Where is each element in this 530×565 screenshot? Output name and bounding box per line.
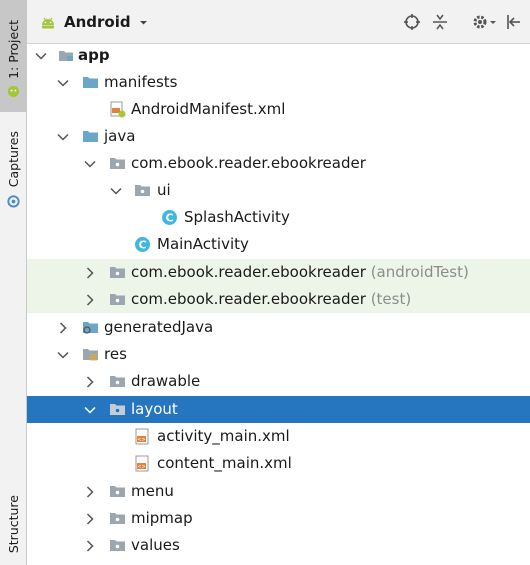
- package-icon: [110, 376, 125, 387]
- android-head-icon: [42, 17, 54, 29]
- chevron-right-icon[interactable]: [83, 293, 97, 307]
- tree-node-package-main[interactable]: com.ebook.reader.ebookreader: [27, 150, 530, 177]
- tree-node-menu[interactable]: menu: [27, 478, 530, 505]
- tree-node-content-main[interactable]: <> content_main.xml: [27, 450, 530, 477]
- chevron-right-icon[interactable]: [83, 266, 97, 280]
- view-selector-label: Android: [64, 13, 131, 31]
- chevron-right-icon[interactable]: [83, 485, 97, 499]
- package-icon: [110, 486, 125, 497]
- package-icon: [110, 294, 125, 305]
- captures-tab-label: Captures: [5, 131, 21, 188]
- tree-node-drawable[interactable]: drawable: [27, 368, 530, 395]
- tree-node-generated-java[interactable]: generatedJava: [27, 314, 530, 341]
- tree-label-app: app: [78, 46, 110, 64]
- locate-icon[interactable]: [403, 13, 421, 31]
- chevron-down-icon[interactable]: [34, 49, 48, 63]
- chevron-right-icon[interactable]: [83, 512, 97, 526]
- chevron-down-icon[interactable]: [56, 348, 70, 362]
- chevron-down-icon[interactable]: [83, 403, 97, 417]
- hide-panel-icon[interactable]: [505, 13, 523, 31]
- module-folder-icon: [59, 51, 73, 61]
- tree-node-splash-activity[interactable]: C SplashActivity: [27, 204, 530, 231]
- tree-label-layout: layout: [131, 400, 178, 418]
- structure-tool-tab[interactable]: Structure: [0, 495, 26, 565]
- camera-icon: [6, 194, 20, 208]
- structure-tab-label: Structure: [5, 495, 21, 554]
- tree-label-activity-main: activity_main.xml: [157, 427, 290, 445]
- tree-node-package-android-test[interactable]: com.ebook.reader.ebookreader (androidTes…: [27, 259, 530, 286]
- folder-icon: [83, 77, 98, 88]
- package-icon: [110, 540, 125, 551]
- project-tab-label: 1: Project: [5, 19, 21, 79]
- package-icon: [110, 267, 125, 278]
- class-icon: C: [162, 210, 177, 225]
- view-selector-dropdown[interactable]: Android: [39, 11, 149, 33]
- tree-label-package-android-test: com.ebook.reader.ebookreader (androidTes…: [131, 263, 469, 281]
- svg-text:C: C: [138, 239, 146, 252]
- tree-node-ui[interactable]: ui: [27, 177, 530, 204]
- tree-label-mipmap: mipmap: [131, 509, 193, 527]
- android-icon: [7, 86, 19, 98]
- tree-label-java: java: [104, 127, 136, 145]
- project-tool-tab[interactable]: 1: Project: [0, 0, 26, 112]
- generated-folder-icon: [83, 322, 98, 334]
- chevron-down-icon[interactable]: [56, 130, 70, 144]
- chevron-down-icon[interactable]: [109, 184, 123, 198]
- chevron-down-icon[interactable]: [56, 76, 70, 90]
- folder-icon: [83, 131, 98, 142]
- tree-label-drawable: drawable: [131, 372, 201, 390]
- package-icon: [110, 404, 125, 415]
- svg-text:<>: <>: [137, 437, 145, 443]
- resource-folder-icon: [83, 349, 98, 361]
- tree-node-main-activity[interactable]: C MainActivity: [27, 231, 530, 258]
- manifest-file-icon: [110, 101, 126, 118]
- package-icon: [110, 158, 125, 169]
- chevron-right-icon[interactable]: [83, 375, 97, 389]
- tree-label-values: values: [131, 536, 180, 554]
- captures-tool-tab[interactable]: Captures: [0, 122, 26, 217]
- tree-label-android-manifest: AndroidManifest.xml: [131, 100, 286, 118]
- tree-label-splash-activity: SplashActivity: [184, 208, 290, 226]
- xml-layout-file-icon: <>: [135, 455, 149, 472]
- tree-label-res: res: [104, 345, 127, 363]
- tree-label-generated-java: generatedJava: [104, 318, 214, 336]
- svg-text:C: C: [165, 212, 173, 225]
- tree-node-activity-main[interactable]: <> activity_main.xml: [27, 423, 530, 450]
- settings-icon[interactable]: [471, 13, 497, 31]
- package-icon: [135, 185, 150, 196]
- tree-label-package-test: com.ebook.reader.ebookreader (test): [131, 290, 412, 308]
- tree-node-app[interactable]: app: [27, 42, 530, 69]
- tree-node-manifests[interactable]: manifests: [27, 69, 530, 96]
- tree-node-res[interactable]: res: [27, 341, 530, 368]
- chevron-right-icon[interactable]: [56, 321, 70, 335]
- tree-suffix-android-test: (androidTest): [370, 263, 469, 281]
- tree-label-main-activity: MainActivity: [157, 235, 249, 253]
- tree-label-ui: ui: [157, 181, 171, 199]
- xml-layout-file-icon: <>: [135, 428, 149, 445]
- tree-node-mipmap[interactable]: mipmap: [27, 505, 530, 532]
- chevron-down-icon: [139, 20, 147, 24]
- tool-window-strip: 1: Project Captures Structure: [0, 0, 27, 565]
- chevron-right-icon[interactable]: [83, 539, 97, 553]
- chevron-down-icon[interactable]: [83, 157, 97, 171]
- tree-node-package-test[interactable]: com.ebook.reader.ebookreader (test): [27, 286, 530, 313]
- tree-label-manifests: manifests: [104, 73, 178, 91]
- collapse-all-icon[interactable]: [431, 13, 449, 31]
- tree-node-layout[interactable]: layout: [27, 396, 530, 423]
- tree-label-package-main: com.ebook.reader.ebookreader: [131, 154, 366, 172]
- tree-label-menu: menu: [131, 482, 174, 500]
- tree-suffix-test: (test): [370, 290, 412, 308]
- tree-node-java[interactable]: java: [27, 123, 530, 150]
- package-icon: [110, 513, 125, 524]
- svg-text:<>: <>: [137, 464, 145, 470]
- tree-node-values[interactable]: values: [27, 532, 530, 559]
- project-toolbar: Android: [27, 0, 530, 44]
- tree-node-android-manifest[interactable]: AndroidManifest.xml: [27, 96, 530, 123]
- class-icon: C: [135, 237, 150, 252]
- tree-label-content-main: content_main.xml: [157, 454, 292, 472]
